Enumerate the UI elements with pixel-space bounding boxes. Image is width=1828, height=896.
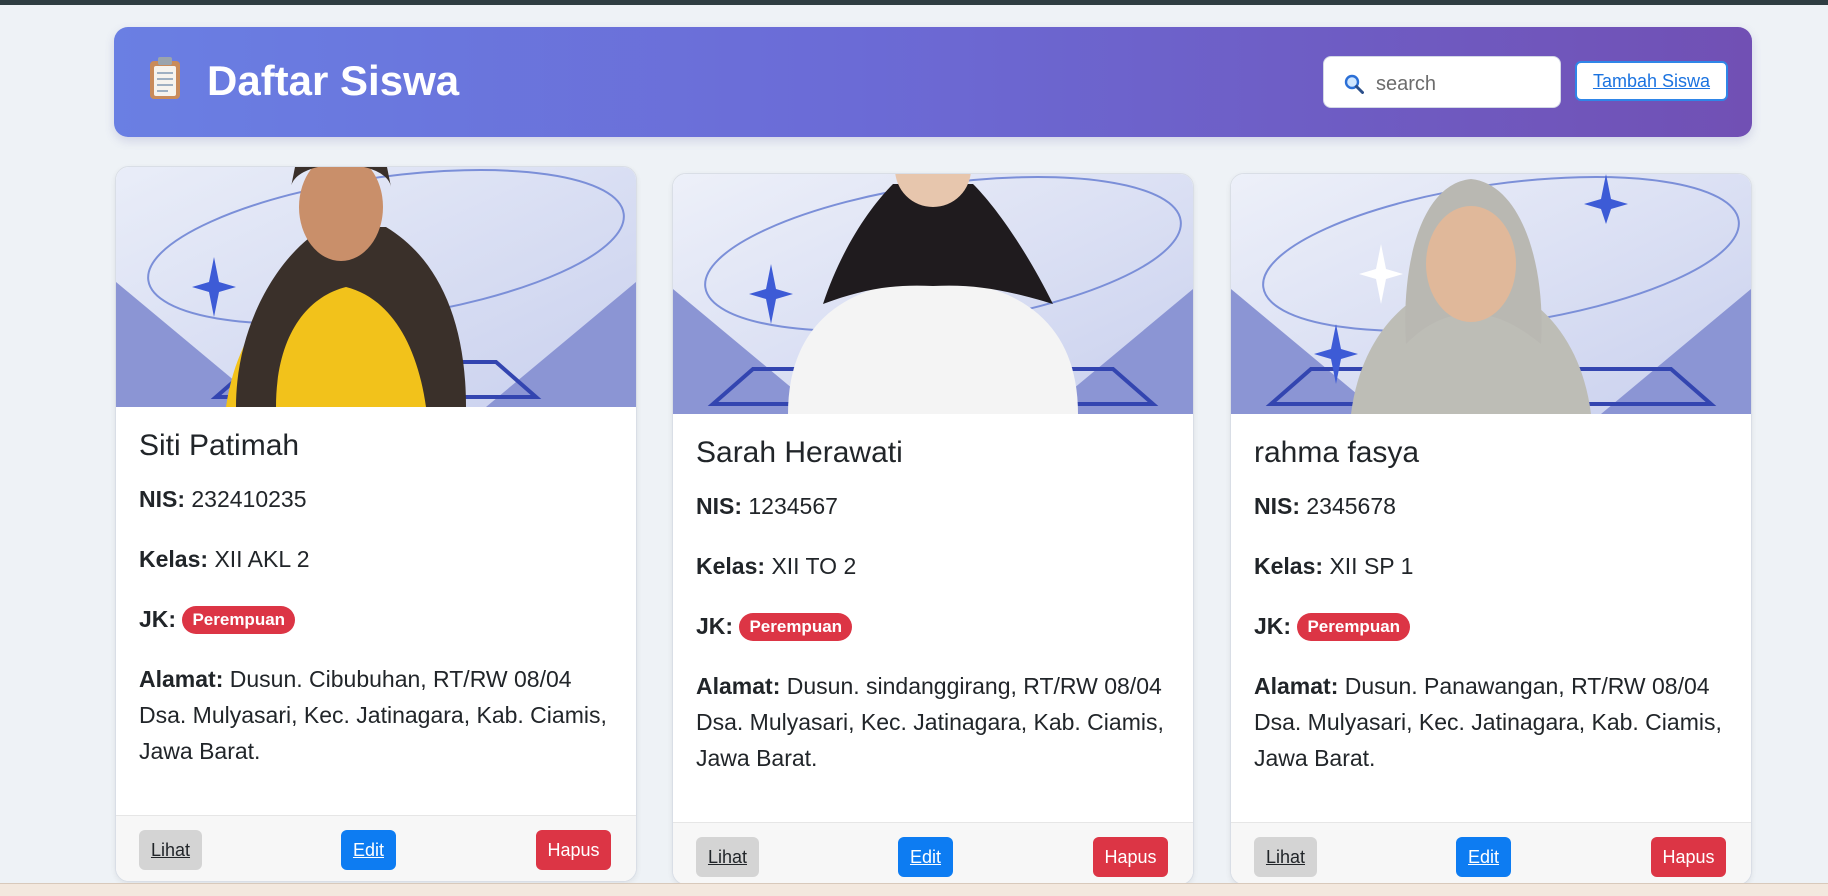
nis-value: 2345678 [1306,493,1396,519]
class-value: XII AKL 2 [214,546,310,572]
student-address: Alamat: Dusun. sindanggirang, RT/RW 08/0… [696,668,1176,776]
nis-label: NIS: [696,493,742,519]
address-label: Alamat: [696,673,781,699]
view-button[interactable]: Lihat [139,830,202,870]
edit-button[interactable]: Edit [341,830,396,870]
student-gender: JK: Perempuan [1254,608,1734,644]
student-gender: JK: Perempuan [696,608,1176,644]
gender-badge: Perempuan [1297,613,1411,641]
student-gender: JK: Perempuan [139,601,619,637]
student-nis: NIS: 232410235 [139,481,619,517]
card-actions: Lihat Edit Hapus [1231,822,1751,884]
edit-button[interactable]: Edit [898,837,953,877]
student-name: Siti Patimah [139,429,300,462]
student-nis: NIS: 2345678 [1254,488,1734,524]
address-label: Alamat: [139,666,224,692]
page-header: Daftar Siswa Tambah Siswa [114,27,1752,137]
nis-label: NIS: [1254,493,1300,519]
gender-badge: Perempuan [739,613,853,641]
search-icon [1344,74,1364,94]
student-name: rahma fasya [1254,436,1420,469]
card-actions: Lihat Edit Hapus [673,822,1193,884]
student-address: Alamat: Dusun. Panawangan, RT/RW 08/04 D… [1254,668,1734,776]
student-photo [673,174,1193,414]
search-box[interactable] [1323,56,1561,108]
class-value: XII TO 2 [771,553,857,579]
nis-value: 1234567 [748,493,838,519]
gender-label: JK: [696,613,734,639]
student-class: Kelas: XII TO 2 [696,548,1176,584]
page-title: Daftar Siswa [207,57,460,104]
nis-label: NIS: [139,486,185,512]
view-button[interactable]: Lihat [696,837,759,877]
student-card: rahma fasya NIS: 2345678 Kelas: XII SP 1… [1230,173,1752,885]
class-value: XII SP 1 [1329,553,1414,579]
class-label: Kelas: [139,546,209,572]
address-label: Alamat: [1254,673,1339,699]
student-nis: NIS: 1234567 [696,488,1176,524]
gender-label: JK: [1254,613,1292,639]
student-card: Siti Patimah NIS: 232410235 Kelas: XII A… [115,166,637,882]
student-address: Alamat: Dusun. Cibubuhan, RT/RW 08/04 Ds… [139,661,619,769]
view-button[interactable]: Lihat [1254,837,1317,877]
student-class: Kelas: XII SP 1 [1254,548,1734,584]
card-actions: Lihat Edit Hapus [116,815,636,881]
delete-button[interactable]: Hapus [536,830,611,870]
student-card: Sarah Herawati NIS: 1234567 Kelas: XII T… [672,173,1194,885]
taskbar-edge [0,883,1828,896]
search-input[interactable] [1374,67,1553,101]
edit-button[interactable]: Edit [1456,837,1511,877]
class-label: Kelas: [696,553,766,579]
delete-button[interactable]: Hapus [1093,837,1168,877]
add-student-button[interactable]: Tambah Siswa [1575,61,1728,101]
gender-badge: Perempuan [182,606,296,634]
class-label: Kelas: [1254,553,1324,579]
student-name: Sarah Herawati [696,436,903,469]
student-class: Kelas: XII AKL 2 [139,541,619,577]
gender-label: JK: [139,606,177,632]
student-photo [116,167,636,407]
window-top-strip [0,0,1828,5]
student-photo [1231,174,1751,414]
delete-button[interactable]: Hapus [1651,837,1726,877]
clipboard-icon [150,57,180,99]
nis-value: 232410235 [191,486,307,512]
